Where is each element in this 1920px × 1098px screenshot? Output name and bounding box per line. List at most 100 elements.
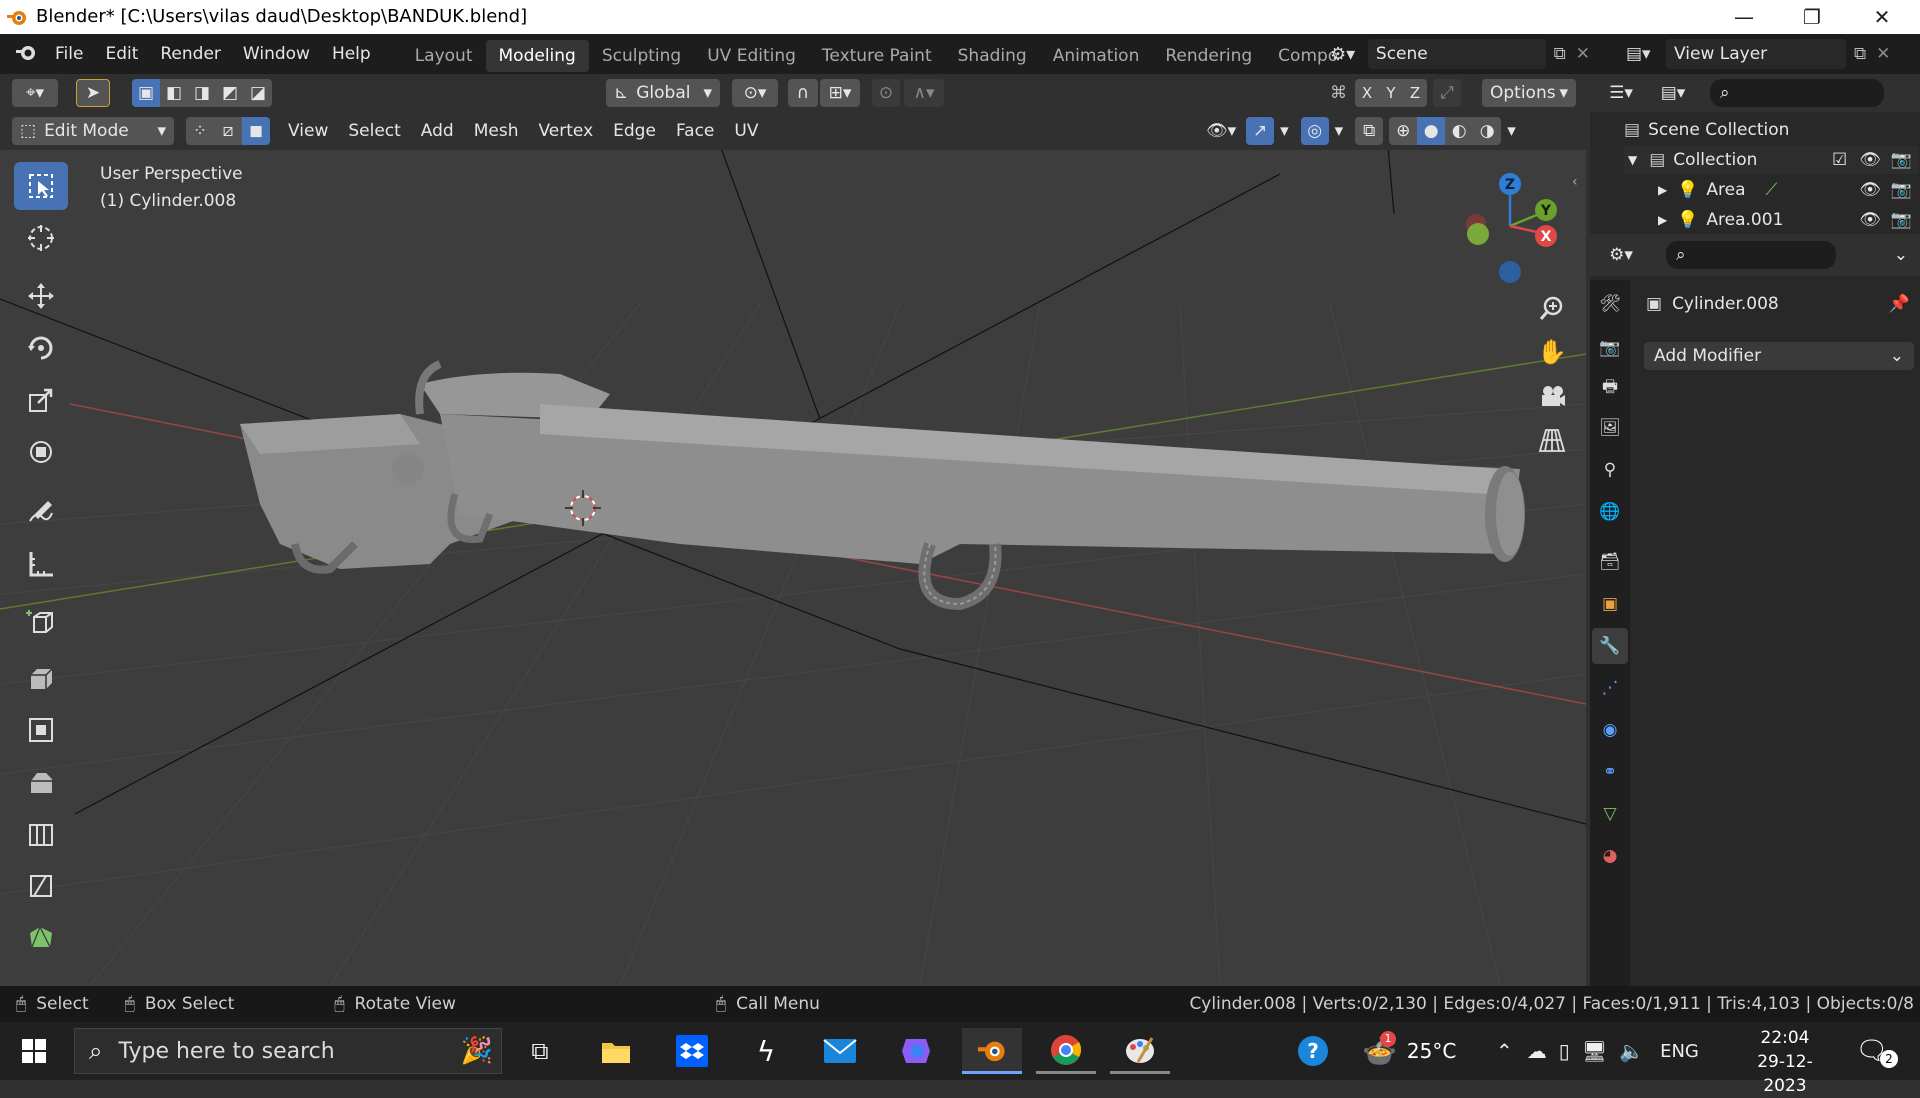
workspace-tab-texture-paint[interactable]: Texture Paint: [809, 40, 945, 72]
delete-view-layer-icon[interactable]: ✕: [1876, 44, 1890, 64]
scene-collection-row[interactable]: ▤ Scene Collection: [1624, 116, 1789, 144]
object-tab-icon[interactable]: ▣: [1592, 586, 1628, 622]
overlay-dropdown-icon[interactable]: ▾: [1329, 117, 1350, 145]
gizmo-neg-y-handle[interactable]: [1467, 223, 1489, 245]
navigation-gizmo[interactable]: Z Y X: [1452, 164, 1562, 284]
particles-tab-icon[interactable]: ⋰: [1592, 670, 1628, 706]
outliner-item-area[interactable]: ▶ 💡 Area ⟋ 👁 📷: [1624, 176, 1918, 204]
dropbox-button[interactable]: [662, 1028, 722, 1074]
eye-icon[interactable]: 👁: [1859, 210, 1881, 230]
options-dropdown[interactable]: Options ▾: [1482, 79, 1576, 107]
menu-edge[interactable]: Edge: [603, 117, 666, 145]
view-layer-name-field[interactable]: View Layer: [1666, 39, 1846, 69]
constraints-tab-icon[interactable]: ⚭: [1592, 754, 1628, 790]
knife-tool[interactable]: [14, 862, 68, 910]
camera-render-icon[interactable]: 📷: [1891, 180, 1912, 200]
blender-menu-icon[interactable]: [14, 42, 36, 67]
expand-collection-icon[interactable]: ▼: [1628, 153, 1637, 167]
collapse-sidebar-icon[interactable]: ‹: [1572, 174, 1578, 190]
notification-center-button[interactable]: 🗨 2: [1842, 1028, 1902, 1074]
clock[interactable]: 22:04 29-12-2023: [1740, 1026, 1830, 1098]
camera-view-button[interactable]: [1534, 378, 1570, 414]
onedrive-icon[interactable]: ☁: [1527, 1039, 1547, 1063]
properties-editor-type-icon[interactable]: ⚙▾: [1598, 241, 1644, 269]
face-select-icon[interactable]: ◼: [242, 117, 270, 145]
add-modifier-dropdown[interactable]: Add Modifier ⌄: [1644, 342, 1914, 370]
eye-icon[interactable]: 👁: [1859, 150, 1881, 170]
measure-tool[interactable]: [14, 540, 68, 588]
menu-uv[interactable]: UV: [724, 117, 768, 145]
proportional-editing-icon[interactable]: ⊙: [872, 79, 900, 107]
transform-orientation-dropdown[interactable]: ⊾ Global ▾: [606, 79, 720, 107]
world-tab-icon[interactable]: 🌐: [1592, 494, 1628, 530]
menu-window[interactable]: Window: [232, 34, 321, 74]
chevron-up-icon[interactable]: ⌃: [1496, 1039, 1513, 1063]
minimize-button[interactable]: —: [1714, 0, 1774, 34]
menu-edit[interactable]: Edit: [94, 34, 149, 74]
display-mode-icon[interactable]: ▤▾: [1650, 79, 1696, 107]
start-button[interactable]: [4, 1028, 64, 1074]
material-tab-icon[interactable]: ◕: [1592, 838, 1628, 874]
app-button[interactable]: ϟ: [736, 1028, 796, 1074]
workspace-tab-modeling[interactable]: Modeling: [485, 40, 589, 72]
bevel-tool[interactable]: [14, 758, 68, 806]
delete-scene-icon[interactable]: ✕: [1576, 44, 1590, 64]
material-preview-icon[interactable]: ◐: [1445, 117, 1474, 145]
scene-tab-icon[interactable]: ⚲: [1592, 452, 1628, 488]
workspace-tab-compositing[interactable]: Compos: [1265, 40, 1339, 72]
tweak-tool-button[interactable]: ➤: [76, 79, 110, 107]
properties-search-field[interactable]: ⌕: [1666, 241, 1836, 269]
data-tab-icon[interactable]: ▽: [1592, 796, 1628, 832]
help-button[interactable]: ?: [1283, 1028, 1343, 1074]
volume-icon[interactable]: 🔈: [1619, 1039, 1644, 1063]
task-view-button[interactable]: ⧉: [510, 1028, 570, 1074]
menu-mesh[interactable]: Mesh: [464, 117, 529, 145]
extrude-tool[interactable]: [14, 654, 68, 702]
wireframe-shading-icon[interactable]: ⊕: [1389, 117, 1418, 145]
physics-tab-icon[interactable]: ◉: [1592, 712, 1628, 748]
camera-render-icon[interactable]: 📷: [1891, 150, 1912, 170]
tool-tab-icon[interactable]: 🛠: [1592, 286, 1628, 322]
render-tab-icon[interactable]: 📷: [1592, 330, 1628, 366]
outliner-search-field[interactable]: ⌕: [1710, 79, 1884, 107]
mirror-y-toggle[interactable]: Y: [1379, 79, 1403, 107]
menu-select[interactable]: Select: [338, 117, 410, 145]
menu-help[interactable]: Help: [321, 34, 382, 74]
mirror-z-toggle[interactable]: Z: [1403, 79, 1427, 107]
workspace-tab-rendering[interactable]: Rendering: [1152, 40, 1265, 72]
snap-toggle-icon[interactable]: ∩: [788, 79, 818, 107]
camera-render-icon[interactable]: 📷: [1891, 210, 1912, 230]
menu-view[interactable]: View: [278, 117, 338, 145]
inset-faces-tool[interactable]: [14, 706, 68, 754]
display-icon[interactable]: 🖥: [1582, 1039, 1607, 1063]
paint-button[interactable]: [1110, 1028, 1170, 1074]
move-tool[interactable]: [14, 272, 68, 320]
menu-vertex[interactable]: Vertex: [528, 117, 603, 145]
xray-toggle-icon[interactable]: ⧉: [1355, 117, 1384, 145]
shading-dropdown-icon[interactable]: ▾: [1501, 117, 1522, 145]
transform-tool[interactable]: [14, 428, 68, 476]
workspace-tab-layout[interactable]: Layout: [402, 40, 486, 72]
battery-icon[interactable]: ▯: [1559, 1039, 1570, 1063]
collection-row[interactable]: ▼ ▤ Collection ☑ 👁 📷: [1624, 146, 1918, 174]
pan-button[interactable]: ✋: [1534, 334, 1570, 370]
scale-tool[interactable]: [14, 376, 68, 424]
gizmo-neg-z-handle[interactable]: [1499, 261, 1521, 283]
restore-button[interactable]: ❐: [1782, 0, 1842, 34]
edge-select-icon[interactable]: ⧄: [214, 117, 242, 145]
visibility-icon[interactable]: 👁▾: [1202, 117, 1240, 145]
gizmo-toggle-icon[interactable]: ↗: [1246, 117, 1275, 145]
select-invert-icon[interactable]: ◩: [216, 79, 244, 107]
loop-cut-tool[interactable]: [14, 810, 68, 858]
gizmo-dropdown-icon[interactable]: ▾: [1274, 117, 1295, 145]
select-new-icon[interactable]: ▣: [132, 79, 160, 107]
language-indicator[interactable]: ENG: [1660, 1041, 1699, 1062]
output-tab-icon[interactable]: 🖶: [1592, 370, 1628, 406]
workspace-tab-shading[interactable]: Shading: [945, 40, 1040, 72]
mode-dropdown[interactable]: ⬚ Edit Mode ▾: [12, 117, 174, 145]
outliner-editor-type-icon[interactable]: ☰▾: [1598, 79, 1644, 107]
new-scene-icon[interactable]: ⧉: [1554, 44, 1566, 64]
chevron-down-icon[interactable]: ⌄: [1894, 245, 1908, 265]
scene-icon[interactable]: ⚙▾: [1330, 44, 1368, 65]
select-intersect-icon[interactable]: ◪: [244, 79, 272, 107]
